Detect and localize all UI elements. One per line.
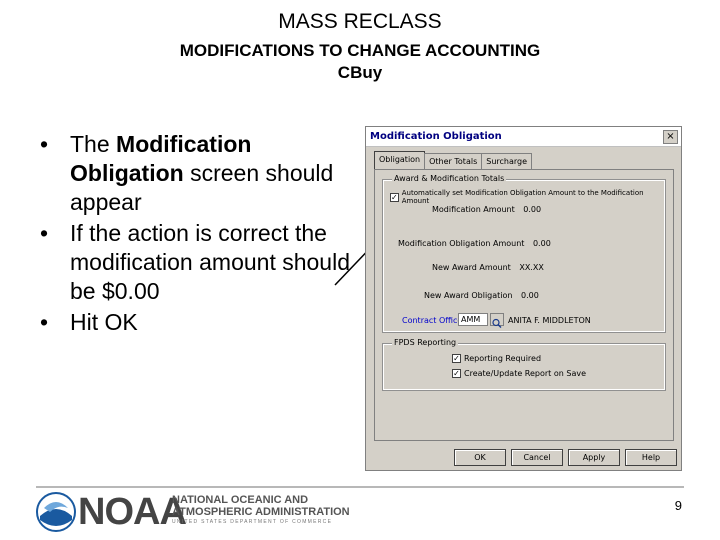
bullet-item: Hit OK xyxy=(40,308,350,337)
totals-group: Award & Modification Totals ✓ Automatica… xyxy=(382,174,666,333)
contract-officer-link[interactable]: Contract Officer xyxy=(402,316,466,325)
modification-obligation-dialog: Modification Obligation × Obligation Oth… xyxy=(365,126,682,471)
bullet-list: The Modification Obligation screen shoul… xyxy=(40,130,350,339)
new-award-amount-label: New Award Amount xyxy=(432,263,511,272)
checkbox-checked-icon: ✓ xyxy=(452,354,461,363)
fpds-group: FPDS Reporting ✓ Reporting Required ✓ Cr… xyxy=(382,338,666,391)
ok-button[interactable]: OK xyxy=(454,449,506,466)
new-award-obligation-value: 0.00 xyxy=(521,291,539,300)
dialog-tabs: Obligation Other Totals Surcharge xyxy=(374,151,533,169)
slide-title: MASS RECLASS xyxy=(278,10,442,33)
org-line-1: NATIONAL OCEANIC AND xyxy=(172,494,309,506)
search-button[interactable] xyxy=(490,313,504,328)
totals-group-label: Award & Modification Totals xyxy=(392,174,507,183)
obligation-panel: Award & Modification Totals ✓ Automatica… xyxy=(374,169,674,441)
department-name: UNITED STATES DEPARTMENT OF COMMERCE xyxy=(172,519,333,525)
contract-officer-name: ANITA F. MIDDLETON xyxy=(508,316,591,325)
new-award-obligation-label: New Award Obligation xyxy=(424,291,513,300)
cancel-button[interactable]: Cancel xyxy=(511,449,563,466)
tab-other-totals[interactable]: Other Totals xyxy=(424,153,483,169)
tab-surcharge[interactable]: Surcharge xyxy=(481,153,533,169)
mod-obligation-value: 0.00 xyxy=(532,239,551,248)
new-award-obligation-row: New Award Obligation 0.00 xyxy=(424,291,539,300)
search-icon xyxy=(492,318,502,328)
subtitle-line-1: MODIFICATIONS TO CHANGE ACCOUNTING xyxy=(179,41,541,60)
mod-obligation-row: Modification Obligation Amount 0.00 xyxy=(398,239,551,248)
subtitle-line-2: CBuy xyxy=(337,63,383,82)
fpds-group-label: FPDS Reporting xyxy=(392,338,459,347)
mod-obligation-label: Modification Obligation Amount xyxy=(398,239,525,248)
new-award-amount-row: New Award Amount XX.XX xyxy=(432,263,544,272)
bullet-text: The xyxy=(70,131,117,157)
checkbox-checked-icon: ✓ xyxy=(452,369,461,378)
mod-amount-value: 0.00 xyxy=(523,205,542,214)
tab-obligation[interactable]: Obligation xyxy=(374,151,426,169)
noaa-logo-icon xyxy=(36,492,76,532)
page-number: 9 xyxy=(674,498,682,513)
mod-amount-row: Modification Amount 0.00 xyxy=(432,205,541,214)
noaa-full-name: NATIONAL OCEANIC AND ATMOSPHERIC ADMINIS… xyxy=(172,494,350,518)
slide-subtitle: MODIFICATIONS TO CHANGE ACCOUNTING CBuy xyxy=(0,40,720,84)
reporting-required-checkbox[interactable]: ✓ Reporting Required xyxy=(452,354,541,363)
create-update-label: Create/Update Report on Save xyxy=(464,369,586,378)
dialog-title: Modification Obligation xyxy=(370,131,502,142)
create-update-checkbox[interactable]: ✓ Create/Update Report on Save xyxy=(452,369,586,378)
checkbox-checked-icon: ✓ xyxy=(390,192,399,202)
new-award-amount-value: XX.XX xyxy=(519,263,544,272)
bullet-item: The Modification Obligation screen shoul… xyxy=(40,130,350,217)
auto-calc-checkbox[interactable]: ✓ Automatically set Modification Obligat… xyxy=(390,189,664,205)
footer-divider xyxy=(36,486,684,488)
reporting-required-label: Reporting Required xyxy=(464,354,542,363)
close-icon[interactable]: × xyxy=(663,129,678,144)
contract-officer-input[interactable]: AMM xyxy=(458,313,488,326)
noaa-wordmark: NOAA xyxy=(78,491,187,533)
org-line-2: ATMOSPHERIC ADMINISTRATION xyxy=(172,506,350,518)
mod-amount-label: Modification Amount xyxy=(432,205,515,214)
auto-calc-label: Automatically set Modification Obligatio… xyxy=(401,189,644,205)
bullet-item: If the action is correct the modificatio… xyxy=(40,219,350,306)
apply-button[interactable]: Apply xyxy=(568,449,620,466)
dialog-titlebar[interactable]: Modification Obligation × xyxy=(366,127,681,147)
help-button[interactable]: Help xyxy=(625,449,677,466)
